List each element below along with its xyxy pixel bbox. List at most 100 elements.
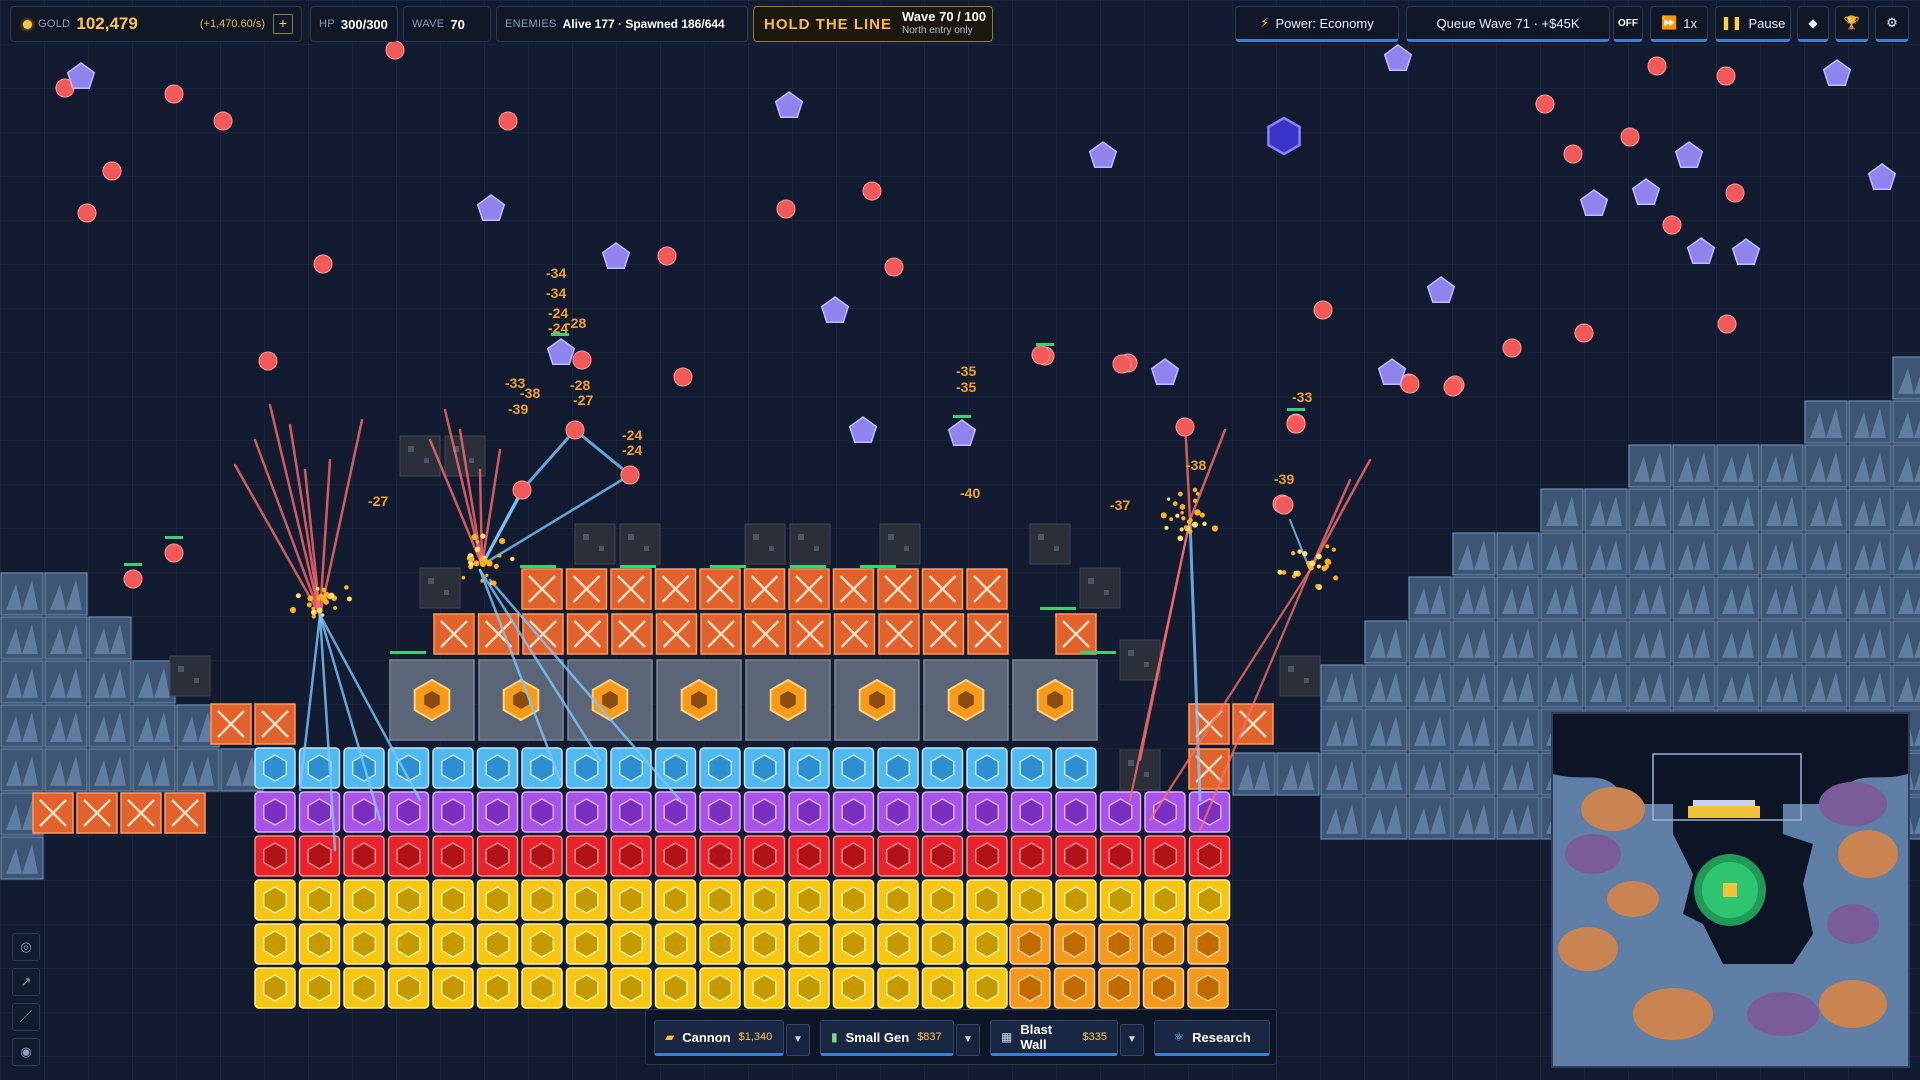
line-tool-button[interactable]: ／ xyxy=(12,1003,40,1031)
spark xyxy=(344,585,349,590)
armor-block-core xyxy=(931,799,954,825)
enemy-health-bar xyxy=(124,563,142,566)
armor-block-core xyxy=(887,799,910,825)
arrow-tool-button[interactable]: ↗ xyxy=(12,968,40,996)
armor-block-core xyxy=(931,975,954,1001)
armor-block-core xyxy=(1065,843,1088,869)
auto-wave-toggle[interactable]: OFF xyxy=(1613,6,1643,42)
trophy-icon: 🏆 xyxy=(1844,15,1860,31)
build-cannon-button[interactable]: ▰ Cannon $1,340 xyxy=(654,1020,784,1056)
enemy-drone xyxy=(1536,95,1554,113)
blast-wall-dropdown[interactable]: ▼ xyxy=(1120,1024,1144,1056)
damage-number: -24 xyxy=(622,427,642,443)
research-label: Research xyxy=(1192,1030,1251,1045)
enemy-pentagon xyxy=(68,63,95,88)
armor-block-core xyxy=(842,975,865,1001)
damage-number: -33 xyxy=(1292,389,1312,405)
armor-block-core xyxy=(442,887,465,913)
armor-block-core xyxy=(709,755,732,781)
wave-value: 70 xyxy=(450,17,464,32)
add-gold-button[interactable]: + xyxy=(273,14,293,34)
wave-label: WAVE xyxy=(412,18,444,30)
armor-block-core xyxy=(1198,843,1221,869)
armor-block-core xyxy=(486,799,509,825)
spark xyxy=(1193,499,1197,503)
spark xyxy=(491,580,496,585)
damage-number: -38 xyxy=(1186,457,1206,473)
damage-number: -35 xyxy=(956,379,976,395)
small-gen-dropdown[interactable]: ▼ xyxy=(956,1024,980,1056)
enemy-drone xyxy=(1648,57,1666,75)
armor-block-core xyxy=(664,975,687,1001)
spark xyxy=(1200,512,1205,517)
spark xyxy=(329,593,335,599)
armor-block-core xyxy=(620,799,643,825)
enemy-drone xyxy=(513,481,531,499)
armor-block-core xyxy=(308,843,331,869)
hp-label: HP xyxy=(319,18,335,30)
coin-icon xyxy=(23,20,32,29)
enemy-drone xyxy=(885,258,903,276)
spark xyxy=(322,588,327,593)
enemy-drone xyxy=(1503,339,1521,357)
target-tool-button[interactable]: ◎ xyxy=(12,933,40,961)
hp-panel: HP 300/300 xyxy=(310,6,398,42)
rubble-tile xyxy=(420,568,460,608)
wall-icon: ▦ xyxy=(1001,1030,1012,1044)
spark xyxy=(494,564,499,569)
minimap[interactable] xyxy=(1551,712,1910,1068)
enemy-drone xyxy=(103,162,121,180)
gold-panel: GOLD 102,479 (+1,470.60/s) + xyxy=(10,6,302,42)
view-tool-button[interactable]: ◉ xyxy=(12,1038,40,1066)
pause-button[interactable]: ❚❚ Pause xyxy=(1715,6,1791,42)
wall-health-bar xyxy=(860,565,896,568)
armor-block-core xyxy=(709,887,732,913)
spark xyxy=(1175,514,1179,518)
armor-block-core xyxy=(753,887,776,913)
armor-block-core xyxy=(842,887,865,913)
rubble-tile xyxy=(400,436,440,476)
armor-block-core xyxy=(575,887,598,913)
armor-block-core xyxy=(976,799,999,825)
spark xyxy=(1333,576,1338,581)
armor-block-core xyxy=(264,887,287,913)
rubble-detail xyxy=(1128,760,1134,766)
power-mode-button[interactable]: ⚡ Power: Economy xyxy=(1235,6,1399,42)
build-blast-wall-button[interactable]: ▦ Blast Wall $335 xyxy=(990,1020,1118,1056)
armor-block-core xyxy=(1063,931,1086,957)
queue-wave-button[interactable]: Queue Wave 71 · +$45K xyxy=(1406,6,1610,42)
spark xyxy=(1293,571,1298,576)
armor-block-core xyxy=(976,755,999,781)
spark xyxy=(469,562,474,567)
trophy-button[interactable]: 🏆 xyxy=(1835,6,1869,42)
laser-beam xyxy=(522,430,575,490)
pause-icon: ❚❚ xyxy=(1721,15,1743,31)
speed-button[interactable]: ⏩ 1x xyxy=(1650,6,1708,42)
damage-number: -27 xyxy=(573,392,593,408)
spark xyxy=(1202,522,1206,526)
spark xyxy=(510,557,514,561)
armor-block-core xyxy=(753,799,776,825)
enemy-health-bar xyxy=(1287,408,1305,411)
gear-icon: ⚙ xyxy=(1886,15,1898,31)
settings-button[interactable]: ⚙ xyxy=(1875,6,1909,42)
armor-block-core xyxy=(1020,887,1043,913)
armor-block-core xyxy=(442,975,465,1001)
hp-value: 300/300 xyxy=(341,17,388,32)
queue-wave-label: Queue Wave 71 · +$45K xyxy=(1437,16,1580,31)
enemy-drone xyxy=(621,466,639,484)
cannon-dropdown[interactable]: ▼ xyxy=(786,1024,810,1056)
build-small-gen-button[interactable]: ▮ Small Gen $837 xyxy=(820,1020,954,1056)
diamond-button[interactable]: ◆ xyxy=(1797,6,1829,42)
rubble-detail xyxy=(1038,534,1044,540)
armor-block-core xyxy=(1198,887,1221,913)
armor-block-core xyxy=(620,843,643,869)
armor-block-core xyxy=(976,975,999,1001)
armor-block-core xyxy=(531,799,554,825)
enemy-pentagon xyxy=(1633,179,1660,204)
pause-label: Pause xyxy=(1748,16,1785,31)
armor-block-core xyxy=(620,975,643,1001)
armor-block-core xyxy=(664,887,687,913)
research-button[interactable]: ⚛ Research xyxy=(1154,1020,1270,1056)
damage-number: -39 xyxy=(508,401,528,417)
